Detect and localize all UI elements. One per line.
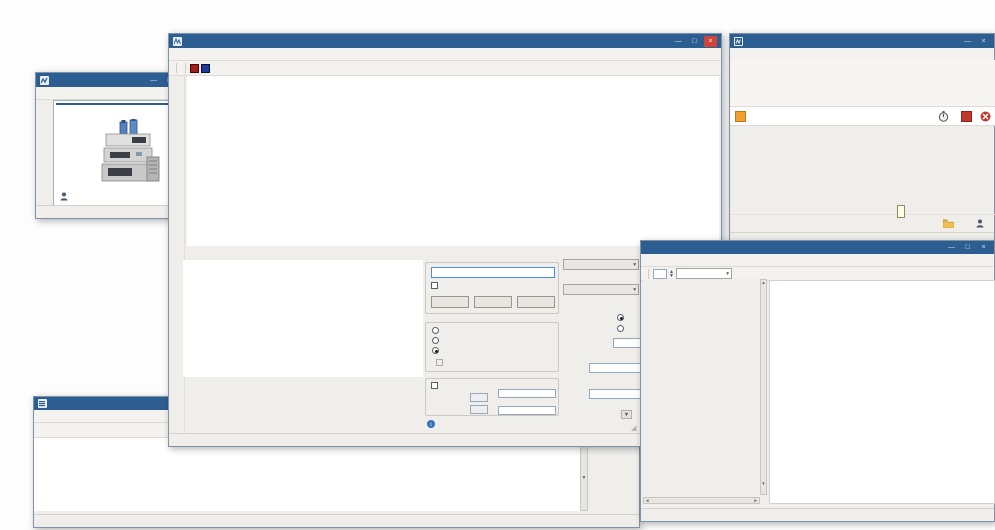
stop-button[interactable] (961, 111, 972, 122)
calibration-file-group (425, 262, 559, 314)
chromatogram-window[interactable]: — □ × (168, 33, 722, 447)
chromatogram-icon (173, 37, 182, 46)
calibration-grid-vscrollbar[interactable]: ▲▼ (760, 279, 767, 495)
view-button[interactable] (517, 296, 555, 308)
calibration-status-bar (641, 508, 994, 521)
minimize-button[interactable]: — (147, 75, 160, 86)
istd-amount-field[interactable] (589, 363, 645, 373)
desktop: — □ × (0, 0, 995, 530)
response-base-area-radio[interactable] (617, 314, 624, 321)
main-side-toolbar (37, 100, 52, 206)
calibration-title-bar[interactable]: — □ × (641, 241, 994, 254)
maximize-button[interactable]: □ (961, 242, 974, 253)
close-button[interactable]: × (704, 36, 717, 47)
report-group (425, 322, 559, 372)
calibration-menu-bar (641, 254, 994, 267)
active-signal-color-2[interactable] (201, 64, 210, 73)
maximize-button[interactable]: □ (688, 36, 701, 47)
hide-istd-checkbox[interactable] (436, 359, 443, 366)
sequence-table[interactable] (34, 438, 588, 511)
calibration-file-field[interactable] (431, 267, 555, 278)
all-peaks-radio[interactable] (432, 327, 439, 334)
stopwatch-icon (938, 111, 949, 122)
calibration-grid-hscrollbar[interactable]: ◄► (643, 497, 760, 504)
chromatogram-left-toolbar (169, 74, 185, 434)
instrument-info-rows (730, 126, 995, 210)
amount-field[interactable] (498, 389, 556, 398)
sequence-vscrollbar[interactable]: ▲▼ (580, 438, 588, 511)
scale-factor-field[interactable] (470, 393, 488, 402)
units-field[interactable] (470, 405, 488, 414)
minimize-button[interactable]: — (945, 242, 958, 253)
chromatogram-toolbar (169, 61, 721, 76)
use-scale-factor-checkbox[interactable] (431, 382, 438, 389)
calibration-plot[interactable] (769, 280, 995, 504)
minimize-button[interactable]: — (672, 36, 685, 47)
compound-index-spinner[interactable] (653, 269, 667, 279)
minimize-button[interactable]: — (961, 36, 974, 47)
instrument-toolbar (730, 60, 995, 107)
instrument-title-bar[interactable]: — × (730, 34, 994, 48)
running-bar (730, 107, 995, 126)
result-table[interactable] (183, 260, 423, 377)
calculation-dropdown[interactable]: ▾ (563, 259, 639, 270)
app-logo-icon (40, 76, 49, 85)
chromatogram-plot[interactable] (187, 76, 719, 246)
chromatogram-status-bar (169, 433, 721, 446)
instrument-image (92, 119, 164, 185)
set-button[interactable] (431, 296, 469, 308)
instrument-icon (734, 37, 743, 46)
project-folder-icon (943, 219, 954, 228)
none-button[interactable] (474, 296, 512, 308)
running-icon (735, 111, 746, 122)
scale-group (425, 378, 559, 416)
active-signal-color-1[interactable] (190, 64, 199, 73)
calibration-property-grid (643, 279, 760, 495)
calibration-mode-dropdown[interactable]: ▾ (676, 268, 732, 279)
user-icon (60, 192, 68, 201)
chromatogram-menu-bar (169, 48, 721, 61)
calibration-window[interactable]: — □ × ▲▼ ▾ ▲▼ ◄► (640, 240, 995, 522)
integration-dropdown[interactable]: ▾ (563, 284, 639, 295)
all-peaks-in-calibration-radio[interactable] (432, 347, 439, 354)
chromatogram-title-bar[interactable]: — □ × (169, 34, 721, 48)
resize-grip-icon: ◢ (631, 424, 636, 432)
all-identified-peaks-radio[interactable] (432, 337, 439, 344)
response-base-height-radio[interactable] (617, 325, 624, 332)
user-variables-link[interactable]: i (427, 420, 438, 428)
inj-volume-field[interactable] (498, 406, 556, 415)
instrument-window[interactable]: — × (729, 33, 995, 246)
close-button[interactable]: × (977, 242, 990, 253)
overlay-dropdown-button[interactable]: ▼ (621, 410, 632, 419)
open-stored-checkbox[interactable] (431, 282, 438, 289)
instrument-footer (730, 214, 995, 232)
user-variables-icon: i (427, 420, 435, 428)
sequence-status-bar (34, 514, 639, 527)
close-button[interactable]: × (977, 36, 990, 47)
sequence-icon (38, 399, 47, 408)
tooltip-first-sample (897, 205, 905, 218)
dilution-field[interactable] (589, 389, 645, 399)
abort-button[interactable] (980, 111, 991, 122)
user-icon (976, 219, 984, 228)
